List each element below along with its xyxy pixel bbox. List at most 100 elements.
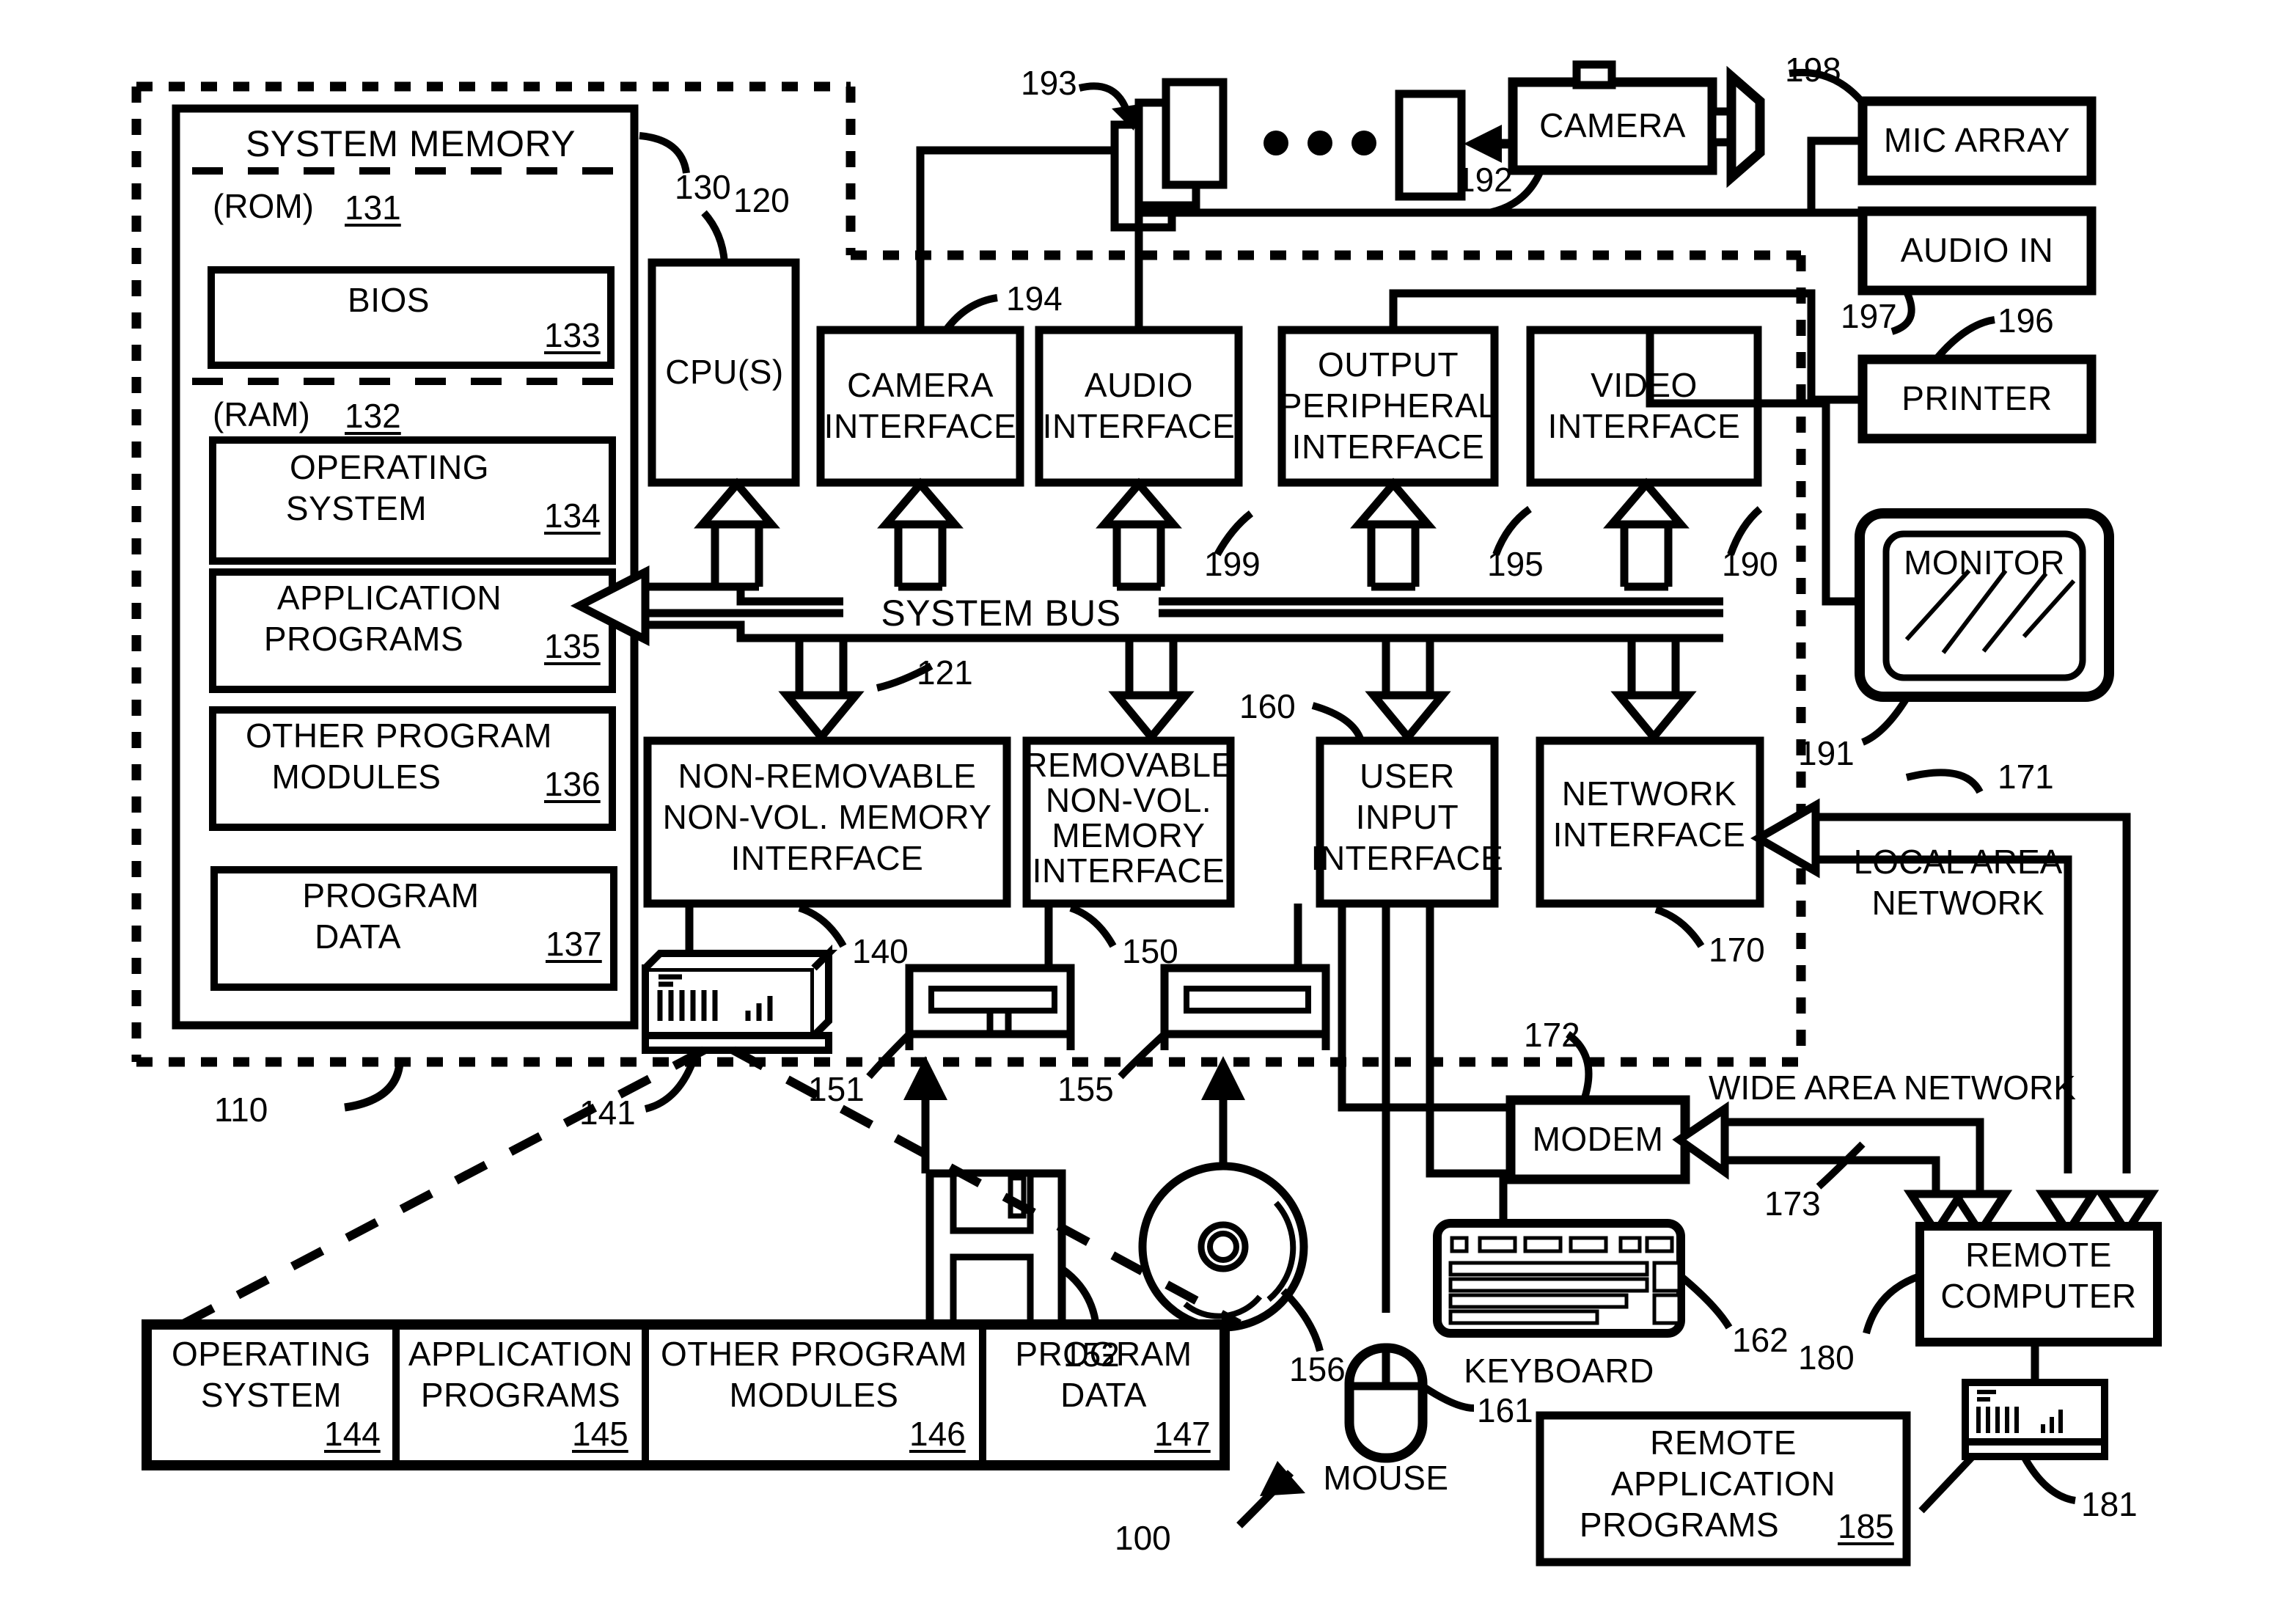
ref-191: 191 (1798, 734, 1855, 772)
monitor-label: MONITOR (1904, 543, 2065, 582)
disk-table-col2-l1: OTHER PROGRAM (661, 1335, 967, 1374)
ref-194: 194 (1006, 279, 1063, 318)
disk-table-col1-l2: PROGRAMS (420, 1376, 621, 1415)
ref-196: 196 (1998, 301, 2054, 340)
nonremovable-memory-interface-label-l2: NON-VOL. MEMORY (662, 798, 992, 837)
program-data-ref: 137 (546, 925, 602, 963)
ref-170: 170 (1709, 931, 1765, 969)
ref-120-leader (701, 210, 728, 263)
removable-memory-interface-label-l2: NON-VOL. (1045, 781, 1212, 820)
disk-table-col3-ref: 147 (1154, 1415, 1211, 1453)
ref-140-leader (798, 904, 847, 948)
ref-194-leader (942, 294, 998, 333)
operating-system-label-l2: SYSTEM (285, 489, 428, 528)
disk-table-col1-ref: 145 (572, 1415, 628, 1453)
ref-190: 190 (1722, 545, 1778, 583)
ref-171-leader (1905, 769, 1984, 794)
ref-160: 160 (1239, 687, 1296, 725)
program-data-label-l2: DATA (315, 917, 401, 956)
ref-193-leader (1078, 82, 1130, 111)
camera-array-box-last (1395, 89, 1466, 201)
user-input-interface-label-l3: INTERFACE (1310, 839, 1504, 878)
disk-table-col3-l1: PROGRAM (1015, 1335, 1192, 1374)
camera-lens-cone (1726, 65, 1765, 188)
disk-table-col0-ref: 144 (324, 1415, 381, 1453)
removable-memory-interface-label-l1: REMOVABLE (1023, 746, 1234, 785)
ref-173-leader (1816, 1141, 1866, 1190)
nonremovable-memory-interface-label-l1: NON-REMOVABLE (678, 757, 977, 796)
application-programs-label-l1: APPLICATION (276, 579, 502, 618)
floppy-disk-arrowhead (903, 1056, 947, 1100)
patent-figure-canvas: SYSTEM MEMORY (ROM) 131 (RAM) 132 BIOS 1… (0, 0, 2296, 1612)
audio-interface-label-l1: AUDIO (1084, 366, 1194, 405)
ref-170-leader (1654, 906, 1705, 948)
camera-array-box-3 (1162, 78, 1228, 189)
ref-197: 197 (1841, 297, 1897, 335)
ref-193: 193 (1021, 64, 1077, 102)
remote-apps-label-l2: APPLICATION (1610, 1465, 1836, 1503)
ref-152-leader (1060, 1265, 1100, 1328)
ref-160-leader (1311, 702, 1365, 742)
ref-172: 172 (1524, 1016, 1580, 1054)
ref-180: 180 (1798, 1338, 1855, 1377)
rom-ref: 131 (345, 188, 401, 227)
mouse-label: MOUSE (1323, 1459, 1449, 1498)
disk-table-col2-ref: 146 (909, 1415, 966, 1453)
audio-interface-label-l2: INTERFACE (1042, 407, 1236, 446)
camera-interface-label-l1: CAMERA (847, 366, 994, 405)
ref-185: 185 (1838, 1507, 1894, 1545)
video-interface-label-l1: VIDEO (1591, 366, 1698, 405)
other-program-modules-label-l2: MODULES (271, 758, 441, 796)
ram-ref: 132 (345, 397, 401, 435)
ref-191-leader (1860, 696, 1910, 746)
remote-apps-label-l3: PROGRAMS (1579, 1506, 1780, 1545)
camera-interface-box (816, 326, 1024, 487)
system-memory-title: SYSTEM MEMORY (245, 123, 576, 164)
ref-120: 120 (733, 181, 790, 219)
disk-table-col0-l1: OPERATING (171, 1335, 371, 1374)
hard-drive-side (811, 944, 832, 1038)
ellipsis-dot-2 (1307, 131, 1332, 155)
ref-181: 181 (2081, 1485, 2138, 1523)
ref-110: 110 (214, 1091, 268, 1129)
bios-ref: 133 (544, 316, 601, 354)
output-peripheral-interface-label-l3: INTERFACE (1291, 428, 1485, 466)
camera-interface-label-l2: INTERFACE (824, 407, 1017, 446)
ref-151-leader (866, 1031, 912, 1080)
user-input-interface-label-l1: USER (1360, 757, 1455, 796)
cpu-label: CPU(S) (665, 353, 784, 392)
lan-label-l2: NETWORK (1871, 884, 2044, 922)
user-input-interface-label-l2: INPUT (1355, 798, 1459, 837)
ref-150: 150 (1122, 932, 1178, 970)
ref-181-leader (2020, 1454, 2076, 1504)
ref-155-leader (1118, 1031, 1167, 1080)
modem-label: MODEM (1532, 1120, 1664, 1159)
operating-system-label-l1: OPERATING (289, 448, 489, 487)
disk-table-col3-l2: DATA (1060, 1376, 1147, 1415)
other-program-modules-label-l1: OTHER PROGRAM (246, 717, 552, 755)
wan-wire-2 (1716, 1156, 1940, 1210)
audio-in-label: AUDIO IN (1900, 231, 2054, 270)
ref-173: 173 (1764, 1184, 1821, 1223)
optical-drive-slot (1184, 986, 1311, 1014)
ref-162-leader (1678, 1273, 1733, 1330)
ref-141: 141 (579, 1093, 636, 1132)
program-data-label-l1: PROGRAM (302, 876, 480, 915)
lan-to-network-arrow (1750, 798, 1820, 879)
wan-label: WIDE AREA NETWORK (1709, 1069, 2076, 1107)
floppy-drive-slot (928, 986, 1057, 1014)
ref-140: 140 (852, 932, 909, 970)
output-peripheral-interface-label-l1: OUTPUT (1317, 345, 1459, 384)
ref-156-leader (1280, 1288, 1324, 1352)
bios-label: BIOS (348, 281, 430, 320)
camera-top-knob (1572, 60, 1616, 89)
keyboard-label: KEYBOARD (1464, 1352, 1654, 1391)
ref-100: 100 (1115, 1519, 1171, 1557)
ref-192: 192 (1456, 161, 1513, 199)
remote-apps-label-l1: REMOTE (1650, 1424, 1797, 1462)
ellipsis-dot-1 (1263, 131, 1288, 155)
camera-label: CAMERA (1539, 106, 1686, 145)
removable-memory-interface-label-l3: MEMORY (1052, 816, 1206, 855)
ref-171: 171 (1998, 758, 2054, 796)
disk-table-col1-l1: APPLICATION (408, 1335, 634, 1374)
